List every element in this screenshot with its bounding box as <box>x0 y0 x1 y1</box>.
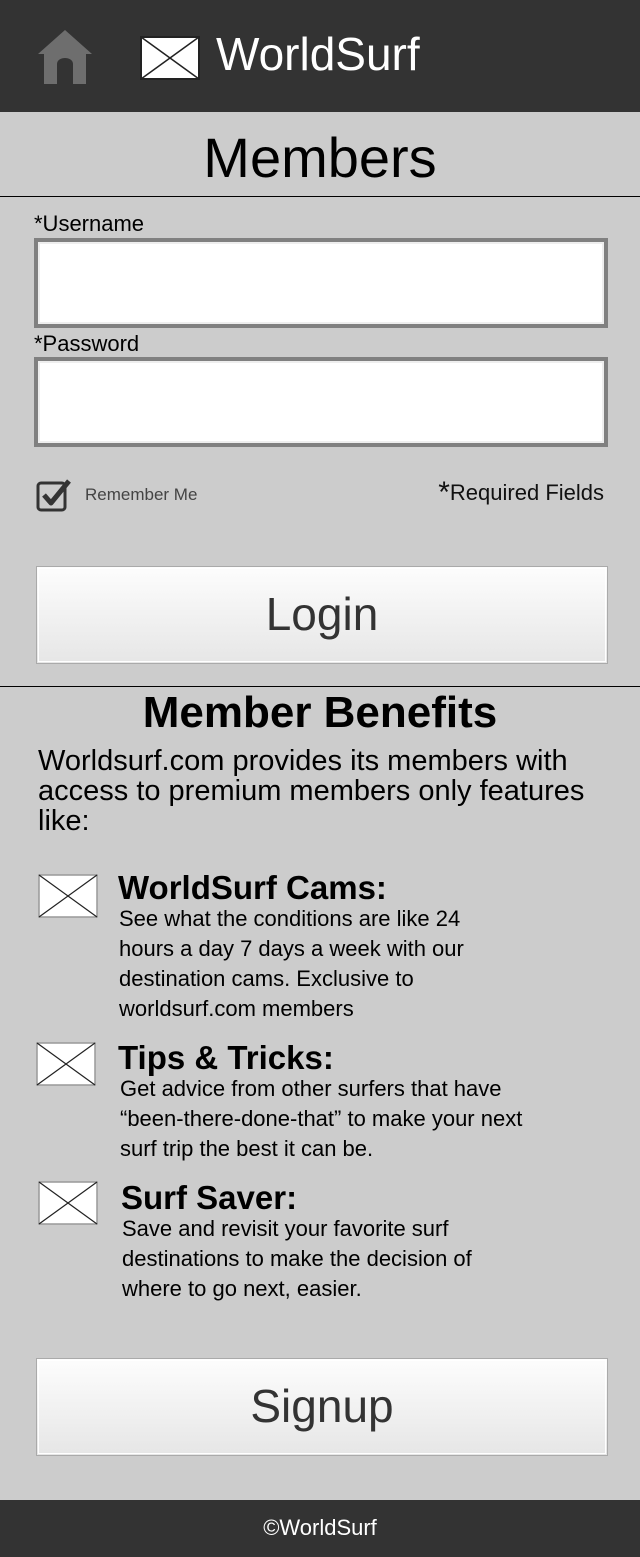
benefit-title: WorldSurf Cams: <box>118 869 387 906</box>
signup-button[interactable]: Signup <box>36 1358 608 1456</box>
password-field[interactable] <box>34 357 608 447</box>
username-field[interactable] <box>34 238 608 328</box>
required-fields-note: *Required Fields <box>438 478 604 508</box>
username-label: *Username <box>34 211 145 236</box>
image-placeholder-icon <box>38 1181 98 1225</box>
login-button[interactable]: Login <box>36 566 608 664</box>
benefit-description: See what the conditions are like 24 hour… <box>119 906 464 1021</box>
image-placeholder-icon <box>36 1042 96 1086</box>
top-bar: WorldSurf <box>0 0 640 112</box>
password-label: *Password <box>34 331 140 356</box>
footer-copyright: ©WorldSurf <box>0 1500 640 1557</box>
app-title: WorldSurf <box>216 28 420 80</box>
remember-me-checkbox[interactable] <box>36 478 72 512</box>
required-fields-text: Required Fields <box>449 480 604 505</box>
benefits-intro: Worldsurf.com provides its members with … <box>38 745 585 837</box>
home-icon[interactable] <box>36 28 94 84</box>
benefits-title: Member Benefits <box>142 688 498 737</box>
benefit-title: Tips & Tricks: <box>118 1039 334 1076</box>
page-title: Members <box>203 126 437 189</box>
image-placeholder-icon <box>38 874 98 918</box>
benefit-description: Save and revisit your favorite surf dest… <box>122 1216 472 1301</box>
image-placeholder-icon <box>140 36 200 80</box>
required-star: * <box>438 476 450 509</box>
benefit-description: Get advice from other surfers that have … <box>120 1076 523 1161</box>
divider <box>0 196 640 197</box>
remember-me-label[interactable]: Remember Me <box>85 484 197 506</box>
benefit-title: Surf Saver: <box>121 1179 298 1216</box>
